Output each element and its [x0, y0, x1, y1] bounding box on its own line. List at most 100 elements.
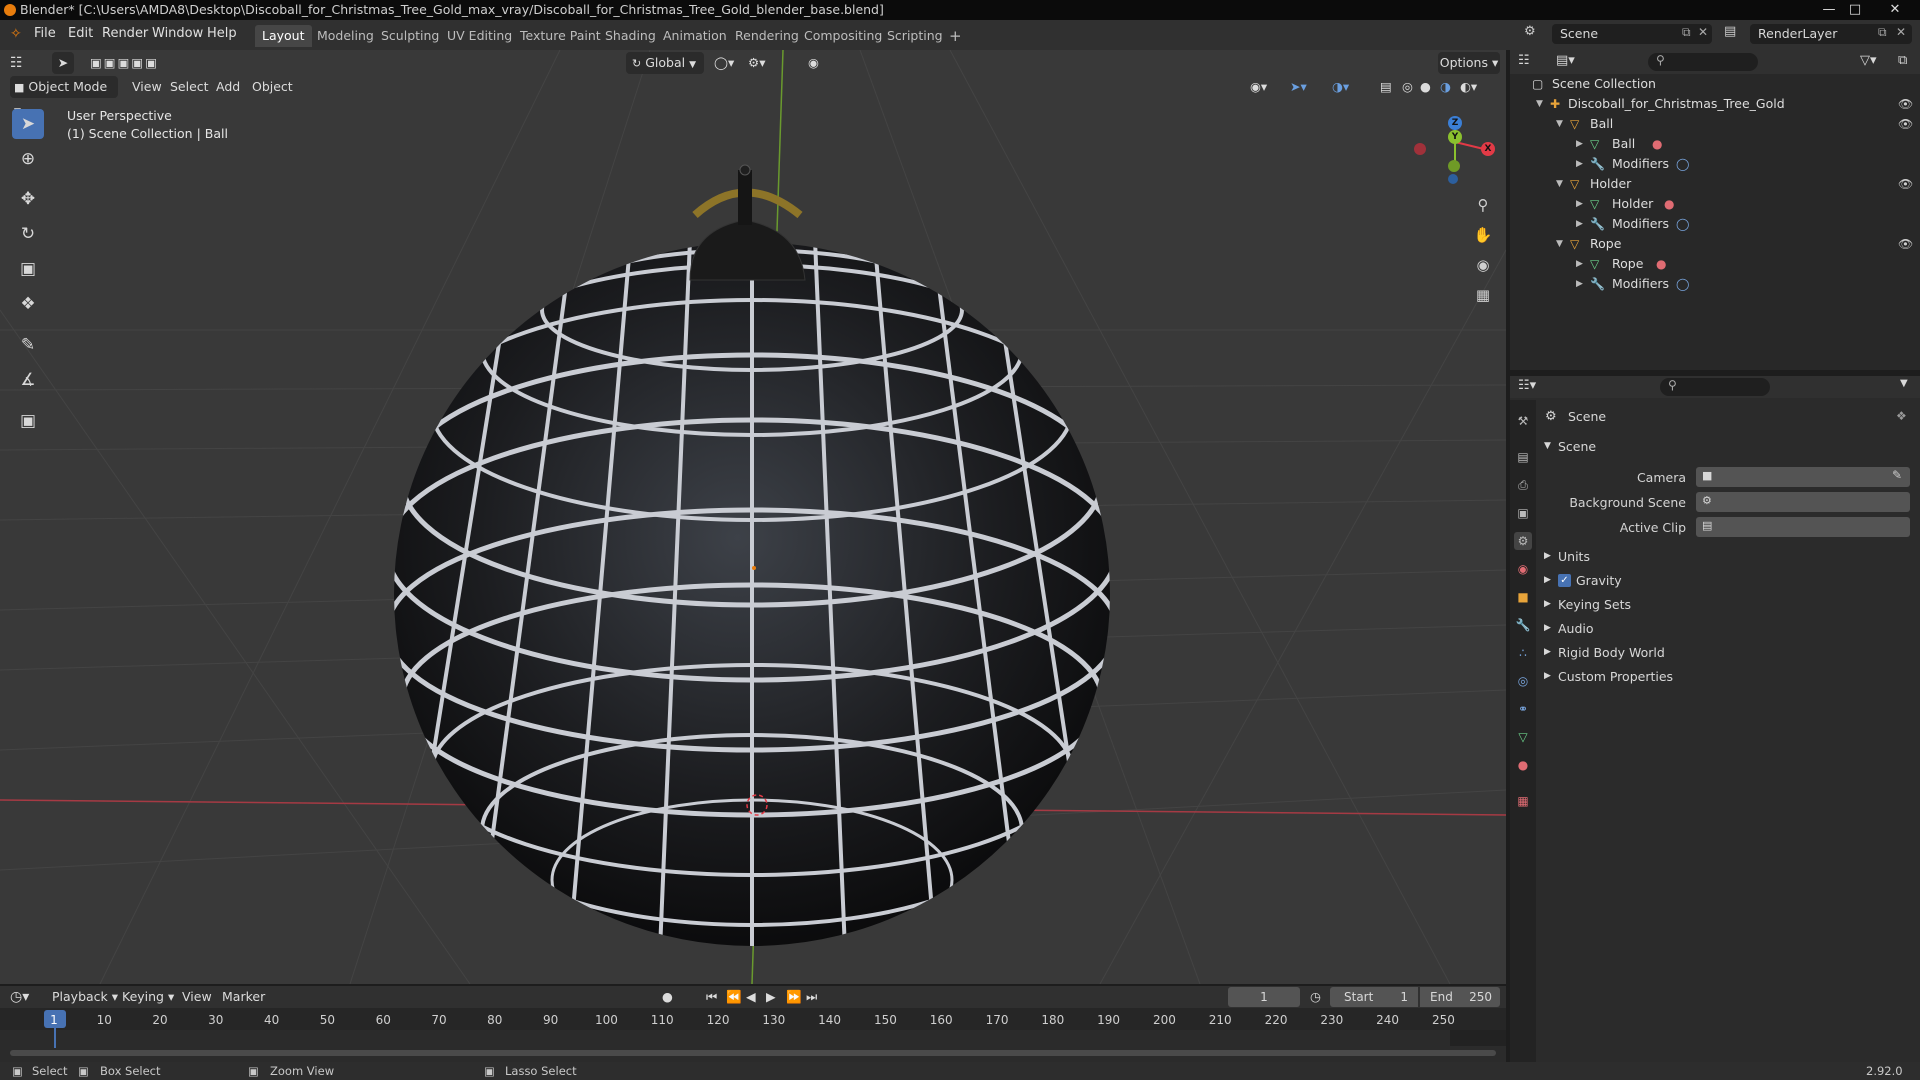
current-frame-field[interactable]: 1 — [1228, 987, 1300, 1007]
navigation-gizmo[interactable]: Z Y X — [1400, 110, 1500, 190]
object-mode-dropdown[interactable]: ■ Object Mode ▼ — [10, 76, 118, 117]
section-audio[interactable]: ▶ Audio — [1544, 620, 1914, 640]
shading-material-icon[interactable]: ◑ — [1440, 76, 1451, 98]
outliner-row-holder[interactable]: ▼ ▽ Holder 👁 — [1510, 174, 1920, 194]
outliner-row-collection[interactable]: ▼ ✚ Discoball_for_Christmas_Tree_Gold 👁 — [1510, 94, 1920, 114]
section-custom-properties[interactable]: ▶ Custom Properties — [1544, 668, 1914, 688]
tool-tab-icon[interactable]: ⚒ — [1514, 412, 1532, 430]
menu-playback[interactable]: Playback ▾ — [52, 986, 118, 1008]
menu-view[interactable]: View — [132, 76, 162, 98]
tab-animation[interactable]: Animation — [656, 25, 734, 47]
expand-arrow-icon[interactable]: ▶ — [1576, 154, 1583, 174]
cursor-icon[interactable]: ⊕ — [12, 144, 44, 174]
output-tab-icon[interactable]: ⎙ — [1514, 476, 1532, 494]
scene-panel-title[interactable]: Scene — [1558, 439, 1596, 454]
menu-keying[interactable]: Keying ▾ — [122, 986, 174, 1008]
menu-timeline-view[interactable]: View — [182, 986, 212, 1008]
record-icon[interactable]: ● — [662, 986, 673, 1008]
gizmo-x-axis[interactable]: X — [1481, 142, 1495, 156]
move-icon[interactable]: ✥ — [12, 184, 44, 214]
outliner-row-rope-mesh[interactable]: ▶ ▽ Rope ● — [1510, 254, 1920, 274]
world-tab-icon[interactable]: ◉ — [1514, 560, 1532, 578]
particles-tab-icon[interactable]: ∴ — [1514, 644, 1532, 662]
camera-view-icon[interactable]: ◉ — [1470, 252, 1496, 278]
pivot-point-icon[interactable]: ◯▾ — [714, 52, 734, 74]
outliner-row-holder-modifiers[interactable]: ▶ 🔧 Modifiers ◯ — [1510, 214, 1920, 234]
options-dropdown[interactable]: Options ▾ — [1438, 52, 1500, 74]
visibility-eye-icon[interactable]: 👁 — [1898, 94, 1913, 114]
scene-selector[interactable]: Scene ⧉ ✕ — [1552, 24, 1712, 44]
select-tool-icon[interactable]: ➤ — [52, 52, 74, 74]
expand-arrow-icon[interactable]: ▶ — [1576, 214, 1583, 234]
close-icon[interactable]: ✕ — [1880, 0, 1910, 20]
tab-layout[interactable]: Layout — [255, 25, 312, 47]
outliner-search-input[interactable]: ⚲ — [1648, 53, 1758, 71]
overlay-toggle-icon[interactable]: ◑▾ — [1332, 76, 1349, 98]
tab-compositing[interactable]: Compositing — [797, 25, 889, 47]
active-clip-field[interactable]: ▤ — [1696, 517, 1910, 537]
perspective-toggle-icon[interactable]: ▦ — [1470, 282, 1496, 308]
shading-solid-icon[interactable]: ● — [1420, 76, 1431, 98]
gizmo-neg-x[interactable] — [1414, 143, 1426, 155]
pan-hand-icon[interactable]: ✋ — [1470, 222, 1496, 248]
display-mode-icon[interactable]: ▤▾ — [1556, 53, 1575, 68]
copy-layer-icon[interactable]: ⧉ — [1878, 25, 1887, 40]
remove-layer-icon[interactable]: ✕ — [1896, 25, 1906, 39]
zoom-icon[interactable]: ⚲ — [1470, 192, 1496, 218]
visibility-eye-icon[interactable]: 👁 — [1898, 174, 1913, 194]
visibility-eye-icon[interactable]: 👁 — [1898, 114, 1913, 134]
menu-file[interactable]: File — [34, 26, 56, 41]
panel-collapse-icon[interactable]: ▼ — [1544, 441, 1551, 451]
filter-icon[interactable]: ▽▾ — [1860, 53, 1877, 68]
tab-uv-editing[interactable]: UV Editing — [440, 25, 519, 47]
background-scene-field[interactable]: ⚙ — [1696, 492, 1910, 512]
menu-select[interactable]: Select — [170, 76, 209, 98]
expand-arrow-icon[interactable]: ▼ — [1556, 114, 1563, 134]
timeline-editor-icon[interactable]: ◷▾ — [10, 986, 29, 1008]
render-layer-selector[interactable]: RenderLayer ⧉ ✕ — [1750, 24, 1912, 44]
remove-scene-icon[interactable]: ✕ — [1698, 25, 1708, 39]
tab-modeling[interactable]: Modeling — [310, 25, 381, 47]
shading-rendered-icon[interactable]: ◐▾ — [1460, 76, 1477, 98]
outliner-row-scene-collection[interactable]: ▢ Scene Collection — [1510, 74, 1920, 94]
expand-arrow-icon[interactable]: ▶ — [1576, 134, 1583, 154]
properties-search-input[interactable]: ⚲ — [1660, 378, 1770, 396]
expand-arrow-icon[interactable]: ▼ — [1556, 174, 1563, 194]
copy-scene-icon[interactable]: ⧉ — [1682, 25, 1691, 40]
properties-editor-icon[interactable]: ☷▾ — [1518, 378, 1536, 393]
xray-icon[interactable]: ▤ — [1380, 76, 1392, 98]
timeline-scrollbar[interactable] — [10, 1050, 1496, 1056]
blender-menu-icon[interactable]: ✧ — [10, 26, 22, 42]
view-layer-tab-icon[interactable]: ▣ — [1514, 504, 1532, 522]
new-collection-icon[interactable]: ⧉ — [1898, 53, 1907, 68]
menu-help[interactable]: Help — [207, 26, 237, 41]
scene-tab-icon[interactable]: ⚙ — [1514, 532, 1532, 550]
gizmo-z-axis[interactable]: Z — [1448, 116, 1462, 130]
outliner-row-holder-mesh[interactable]: ▶ ▽ Holder ● — [1510, 194, 1920, 214]
expand-arrow-icon[interactable]: ▶ — [1576, 274, 1583, 294]
section-units[interactable]: ▶ Units — [1544, 548, 1914, 568]
add-cube-icon[interactable]: ▣ — [12, 406, 44, 436]
start-frame-field[interactable]: Start 1 — [1330, 987, 1418, 1007]
play-reverse-icon[interactable]: ◀ — [746, 986, 756, 1008]
3d-viewport[interactable] — [0, 50, 1506, 984]
add-workspace-button[interactable]: + — [942, 25, 969, 47]
render-tab-icon[interactable]: ▤ — [1514, 448, 1532, 466]
menu-add[interactable]: Add — [216, 76, 240, 98]
jump-start-icon[interactable]: ⏮ — [706, 986, 717, 1008]
gizmo-toggle-icon[interactable]: ➤▾ — [1290, 76, 1307, 98]
transform-icon[interactable]: ❖ — [12, 289, 44, 319]
tab-sculpting[interactable]: Sculpting — [374, 25, 446, 47]
menu-marker[interactable]: Marker — [222, 986, 265, 1008]
expand-arrow-icon[interactable]: ▼ — [1556, 234, 1563, 254]
play-icon[interactable]: ▶ — [766, 986, 776, 1008]
section-keying-sets[interactable]: ▶ Keying Sets — [1544, 596, 1914, 616]
outliner-row-rope[interactable]: ▼ ▽ Rope 👁 — [1510, 234, 1920, 254]
texture-tab-icon[interactable]: ▦ — [1514, 792, 1532, 810]
outliner-row-rope-modifiers[interactable]: ▶ 🔧 Modifiers ◯ — [1510, 274, 1920, 294]
editor-type-icon[interactable]: ☷ — [10, 52, 23, 74]
end-frame-field[interactable]: End 250 — [1420, 987, 1500, 1007]
gizmo-neg-z[interactable] — [1448, 174, 1458, 184]
gizmo-y-axis[interactable]: Y — [1448, 130, 1462, 144]
camera-field[interactable]: ■ ✎ — [1696, 467, 1910, 487]
